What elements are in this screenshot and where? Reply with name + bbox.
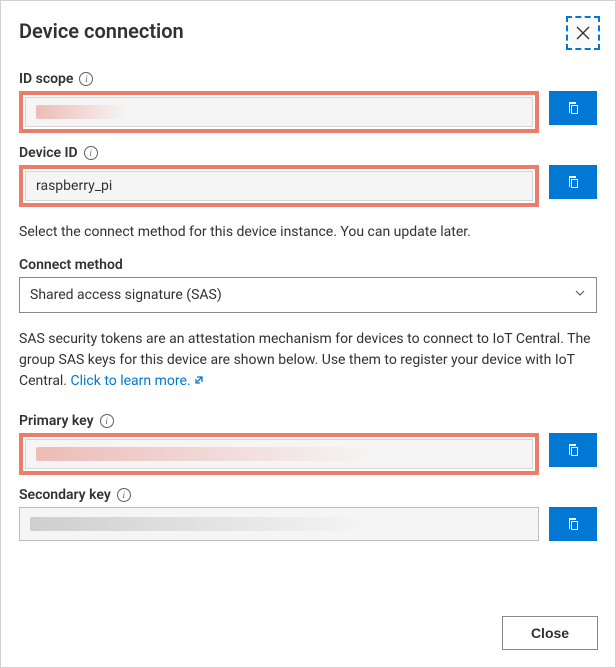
copy-icon	[565, 442, 581, 458]
primary-key-field[interactable]	[25, 439, 533, 469]
dialog-footer: Close	[502, 616, 598, 650]
close-icon	[576, 26, 590, 40]
secondary-key-row	[19, 507, 597, 541]
device-id-label: Device ID	[19, 145, 78, 161]
dialog-title: Device connection	[19, 19, 184, 43]
close-button[interactable]: Close	[502, 616, 598, 650]
close-icon-button[interactable]	[569, 19, 597, 47]
connect-method-label: Connect method	[19, 257, 123, 273]
connect-method-select[interactable]: Shared access signature (SAS)	[19, 277, 597, 313]
primary-key-value-redacted	[36, 447, 376, 461]
connect-instruction: Select the connect method for this devic…	[19, 223, 597, 243]
learn-more-link[interactable]: Click to learn more.	[71, 373, 205, 389]
device-id-row: raspberry_pi	[19, 165, 597, 207]
primary-key-label-row: Primary key i	[19, 413, 597, 429]
info-icon[interactable]: i	[79, 72, 93, 86]
connect-method-value: Shared access signature (SAS)	[30, 287, 222, 303]
info-icon[interactable]: i	[100, 414, 114, 428]
copy-secondary-key-button[interactable]	[549, 507, 597, 541]
secondary-key-label: Secondary key	[19, 487, 111, 503]
id-scope-row	[19, 91, 597, 133]
id-scope-label-row: ID scope i	[19, 71, 597, 87]
secondary-key-field[interactable]	[19, 507, 539, 541]
copy-icon	[565, 100, 581, 116]
secondary-key-label-row: Secondary key i	[19, 487, 597, 503]
id-scope-value-redacted	[36, 105, 126, 119]
secondary-key-value-redacted	[30, 517, 370, 531]
copy-device-id-button[interactable]	[549, 165, 597, 199]
dialog-header: Device connection	[19, 19, 597, 47]
id-scope-field[interactable]	[25, 97, 533, 127]
device-id-label-row: Device ID i	[19, 145, 597, 161]
device-id-value: raspberry_pi	[36, 178, 112, 194]
copy-icon	[565, 174, 581, 190]
chevron-down-icon	[574, 287, 586, 303]
sas-description: SAS security tokens are an attestation m…	[19, 329, 597, 393]
connect-method-label-row: Connect method	[19, 257, 597, 273]
primary-key-label: Primary key	[19, 413, 94, 429]
copy-primary-key-button[interactable]	[549, 433, 597, 467]
id-scope-label: ID scope	[19, 71, 73, 87]
device-connection-dialog: Device connection ID scope i Device ID i…	[0, 0, 616, 668]
device-id-field[interactable]: raspberry_pi	[25, 171, 533, 201]
info-icon[interactable]: i	[117, 488, 131, 502]
copy-id-scope-button[interactable]	[549, 91, 597, 125]
primary-key-highlight	[19, 433, 539, 475]
copy-icon	[565, 516, 581, 532]
external-link-icon	[193, 372, 205, 393]
primary-key-row	[19, 433, 597, 475]
device-id-highlight: raspberry_pi	[19, 165, 539, 207]
info-icon[interactable]: i	[84, 146, 98, 160]
id-scope-highlight	[19, 91, 539, 133]
